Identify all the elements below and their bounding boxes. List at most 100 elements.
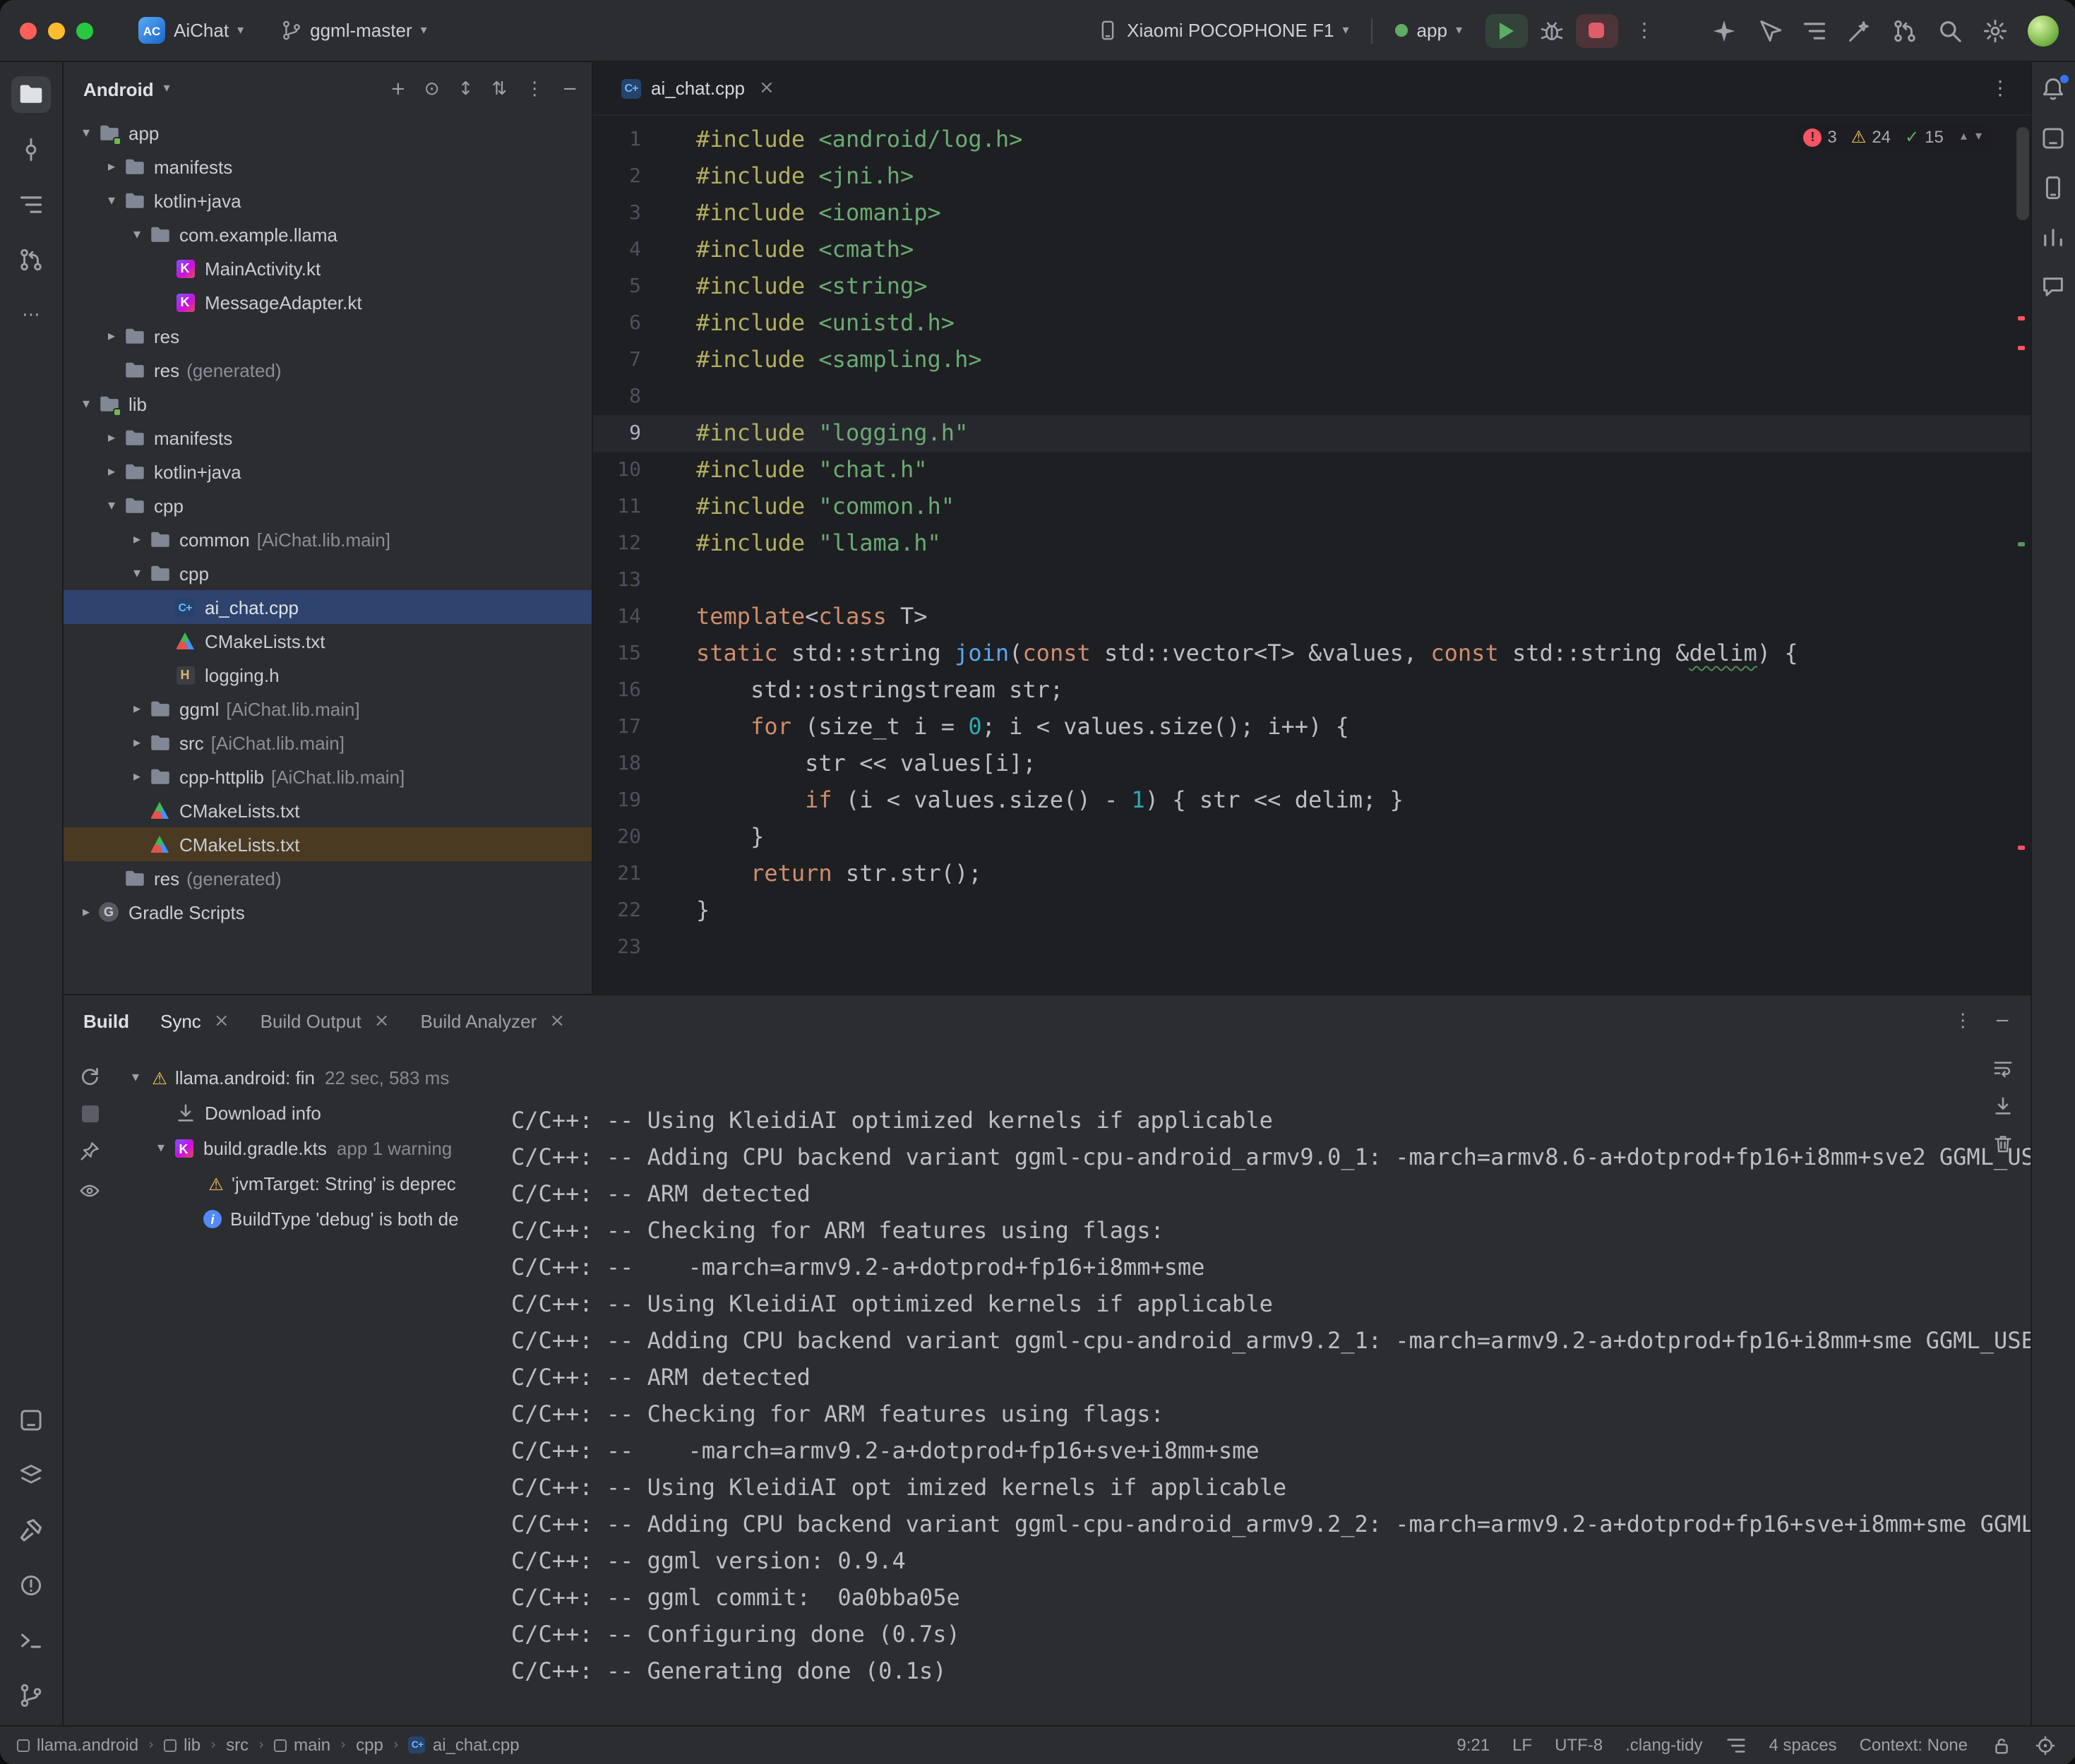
line-number[interactable]: 4 [593, 232, 664, 268]
tree-item-app[interactable]: ▾app [64, 116, 592, 150]
error-count[interactable]: !3 [1803, 127, 1836, 147]
project-tool-button[interactable] [11, 76, 51, 113]
more-options-icon[interactable]: ⋮ [525, 78, 544, 100]
code-line[interactable]: 21 return str.str(); [593, 856, 2030, 892]
tree-item-res-generated[interactable]: res(generated) [64, 861, 592, 895]
terminal-tool-button[interactable] [11, 1621, 51, 1658]
device-manager-icon[interactable] [2040, 126, 2066, 151]
close-tab-icon[interactable]: × [374, 1010, 390, 1031]
tree-item-package[interactable]: ▾com.example.llama [64, 217, 592, 251]
commit-tool-button[interactable] [11, 131, 51, 168]
stop-sync-icon[interactable] [81, 1105, 98, 1122]
expand-all-icon[interactable]: ↕ [458, 78, 474, 100]
editor-options-icon[interactable]: ⋮ [1985, 77, 2016, 100]
zoom-window-button[interactable] [76, 22, 93, 39]
error-stripe-mark[interactable] [2017, 346, 2024, 350]
line-number[interactable]: 14 [593, 599, 664, 635]
project-widget[interactable]: AC AiChat ▾ [127, 11, 255, 49]
code-line[interactable]: 19 if (i < values.size() - 1) { str << d… [593, 782, 2030, 819]
line-number[interactable]: 23 [593, 929, 664, 966]
code-line[interactable]: 7#include <sampling.h> [593, 342, 2030, 378]
problems-tool-button[interactable] [11, 1566, 51, 1603]
clang-tidy-widget[interactable]: .clang-tidy [1625, 1735, 1702, 1755]
line-number[interactable]: 6 [593, 305, 664, 342]
caret-position[interactable]: 9:21 [1457, 1735, 1490, 1755]
breadcrumb-item[interactable]: cpp [356, 1735, 383, 1755]
code-line[interactable]: 18 str << values[i]; [593, 745, 2030, 782]
ai-tools-icon[interactable] [1846, 18, 1872, 43]
tree-item-gradle-scripts[interactable]: ▸GGradle Scripts [64, 895, 592, 929]
build-console[interactable]: C/C++: -- Using KleidiAI optimized kerne… [497, 1046, 2030, 1724]
project-view-selector[interactable]: Android [83, 78, 154, 100]
build-tool-button[interactable] [11, 1511, 51, 1548]
editor-tab-ai-chat-cpp[interactable]: C+ ai_chat.cpp × [607, 62, 789, 114]
ai-code-icon[interactable] [1756, 18, 1781, 43]
profiler-icon[interactable] [2040, 224, 2066, 250]
line-number[interactable]: 5 [593, 268, 664, 305]
highlighting-level-icon[interactable] [2034, 1734, 2055, 1756]
error-stripe-mark[interactable] [2017, 316, 2024, 320]
version-control-tool-button[interactable] [11, 1676, 51, 1713]
indent-setting[interactable]: 4 spaces [1769, 1735, 1837, 1755]
code-line[interactable]: 16 std::ostringstream str; [593, 672, 2030, 709]
more-tool-windows-button[interactable]: ⋯ [11, 296, 51, 333]
code-line[interactable]: 9#include "logging.h" [593, 415, 2030, 452]
collapse-all-icon[interactable]: ⇅ [491, 78, 507, 100]
run-button[interactable] [1485, 13, 1527, 47]
code-line[interactable]: 13 [593, 562, 2030, 599]
tree-item-cmakelists[interactable]: CMakeLists.txt [64, 624, 592, 658]
add-icon[interactable]: + [390, 78, 406, 100]
device-explorer-tool-button[interactable] [11, 1401, 51, 1438]
tree-item-ggml[interactable]: ▸ggml[AiChat.lib.main] [64, 692, 592, 726]
breadcrumb-item[interactable]: src [226, 1735, 249, 1755]
warning-count[interactable]: ⚠24 [1851, 127, 1891, 147]
tree-item-manifests[interactable]: ▸manifests [64, 150, 592, 184]
tree-item-cpp-httplib[interactable]: ▸cpp-httplib[AiChat.lib.main] [64, 760, 592, 793]
code-line[interactable]: 3#include <iomanip> [593, 195, 2030, 232]
error-stripe-mark[interactable] [2017, 846, 2024, 850]
breadcrumb-item[interactable]: main [274, 1735, 330, 1755]
clear-all-icon[interactable] [1992, 1134, 2013, 1155]
stop-button[interactable] [1575, 13, 1617, 47]
vcs-stripe-mark[interactable] [2017, 542, 2024, 546]
code-line[interactable]: 12#include "llama.h" [593, 525, 2030, 562]
line-number[interactable]: 17 [593, 709, 664, 745]
line-number[interactable]: 16 [593, 672, 664, 709]
breadcrumb-item[interactable]: llama.android [17, 1735, 138, 1755]
running-devices-icon[interactable] [2040, 175, 2066, 200]
tree-item-cmakelists-highlighted[interactable]: CMakeLists.txt [64, 827, 592, 861]
line-number[interactable]: 20 [593, 819, 664, 856]
tree-item-res[interactable]: ▸res [64, 319, 592, 353]
scroll-to-end-icon[interactable] [1992, 1096, 2013, 1117]
line-number[interactable]: 22 [593, 892, 664, 929]
code-style-icon[interactable] [1726, 1734, 1747, 1756]
line-number[interactable]: 11 [593, 488, 664, 525]
breadcrumb-item[interactable]: lib [164, 1735, 201, 1755]
code-line[interactable]: 2#include <jni.h> [593, 158, 2030, 195]
lock-icon[interactable] [1990, 1734, 2011, 1756]
tree-item-src[interactable]: ▸src[AiChat.lib.main] [64, 726, 592, 760]
task-list-icon[interactable] [1801, 18, 1826, 43]
code-line[interactable]: 11#include "common.h" [593, 488, 2030, 525]
code-line[interactable]: 22} [593, 892, 2030, 929]
tree-item-cpp-inner[interactable]: ▾cpp [64, 556, 592, 590]
ai-assistant-icon[interactable] [1711, 18, 1736, 43]
tree-item-cmakelists[interactable]: CMakeLists.txt [64, 793, 592, 827]
next-problem-icon[interactable]: ▾ [1975, 130, 1982, 144]
line-number[interactable]: 13 [593, 562, 664, 599]
hide-panel-icon[interactable]: − [1995, 1010, 2010, 1031]
tree-item-cpp[interactable]: ▾cpp [64, 488, 592, 522]
code-line[interactable]: 17 for (size_t i = 0; i < values.size();… [593, 709, 2030, 745]
close-tab-icon[interactable]: × [549, 1010, 565, 1031]
locate-file-icon[interactable]: ⊙ [424, 78, 440, 100]
close-tab-icon[interactable]: × [759, 78, 775, 99]
assistant-chat-icon[interactable] [2040, 274, 2066, 299]
tree-item-kotlin-java[interactable]: ▸kotlin+java [64, 455, 592, 488]
passed-count[interactable]: ✓15 [1905, 127, 1944, 147]
line-number[interactable]: 9 [593, 415, 664, 452]
hide-panel-icon[interactable]: − [562, 78, 578, 100]
code-line[interactable]: 14template<class T> [593, 599, 2030, 635]
line-number[interactable]: 21 [593, 856, 664, 892]
re-sync-icon[interactable] [79, 1066, 100, 1087]
tab-build-output[interactable]: Build Output× [261, 1010, 390, 1031]
